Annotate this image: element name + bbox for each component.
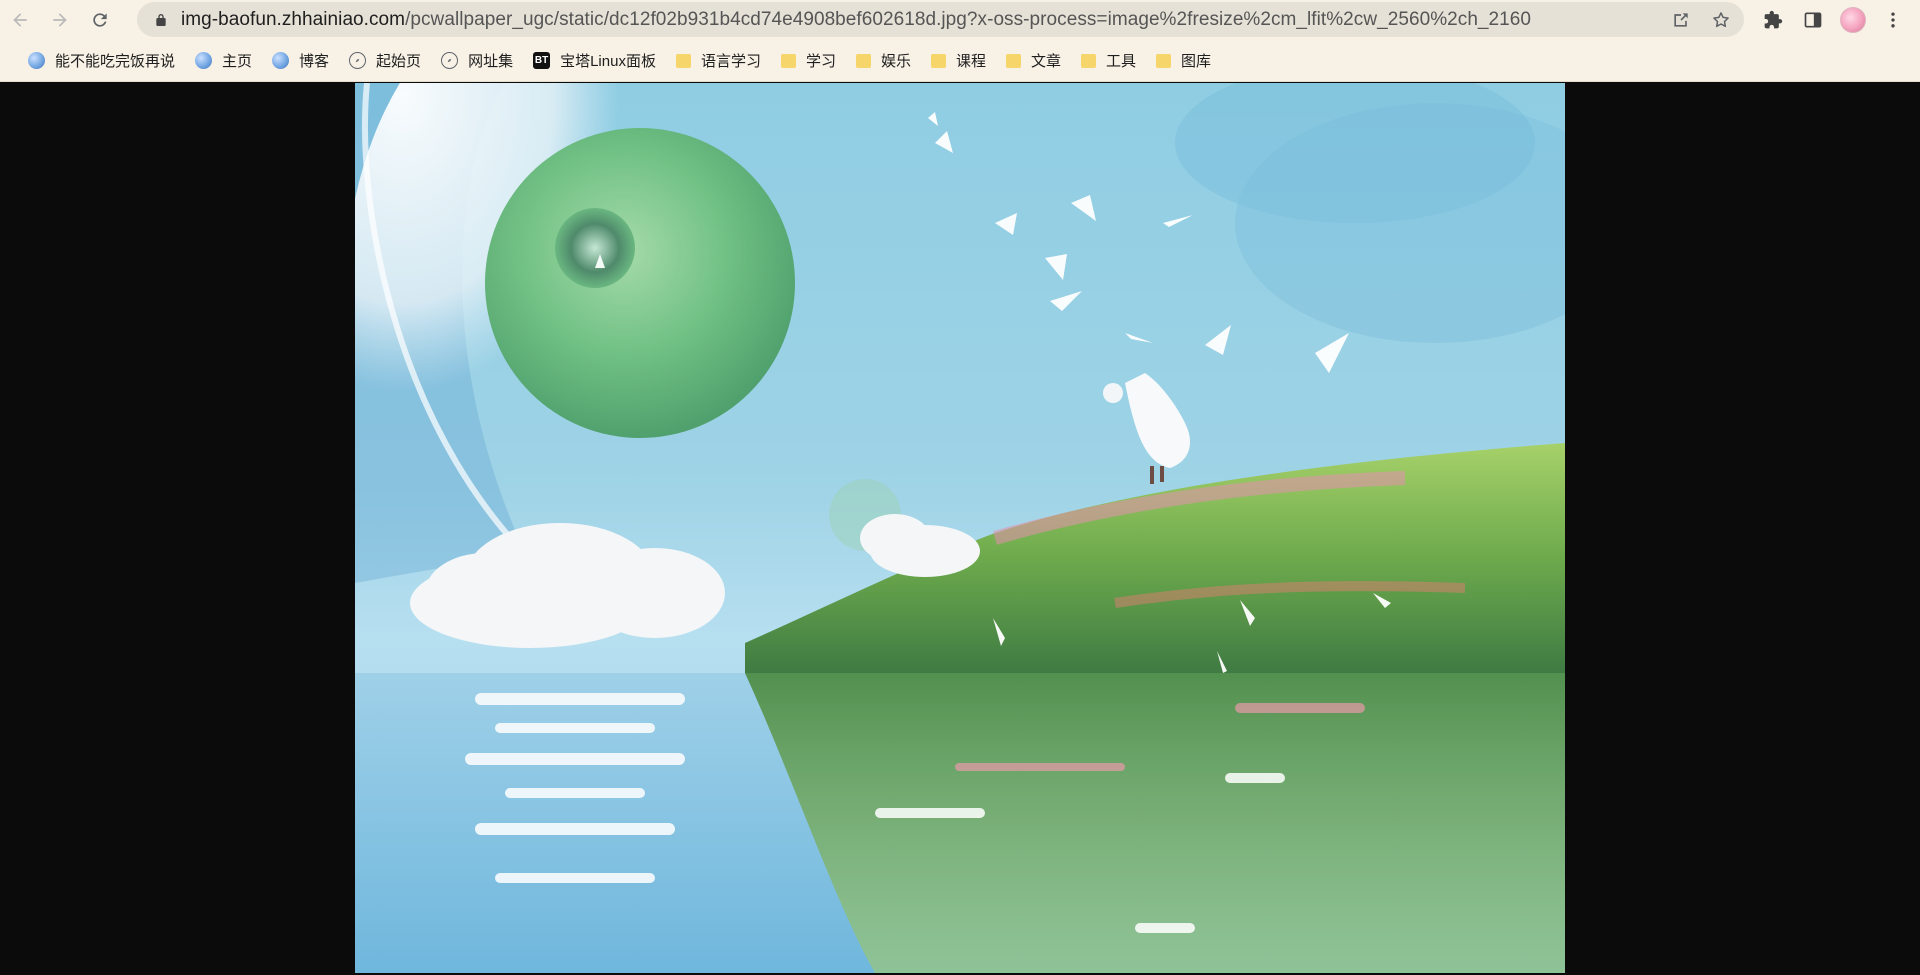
folder-icon xyxy=(1006,53,1022,68)
profile-button[interactable] xyxy=(1838,5,1868,35)
globe-icon xyxy=(195,52,213,69)
lock-icon[interactable] xyxy=(151,10,171,30)
bookmark-label: 文章 xyxy=(1031,53,1062,70)
bookmark-item[interactable]: 起始页 xyxy=(339,45,431,77)
bookmark-label: 学习 xyxy=(805,53,836,70)
folder-icon xyxy=(1156,53,1172,68)
back-button[interactable] xyxy=(0,0,40,40)
browser-toolbar: img-baofun.zhhainiao.com/pcwallpaper_ugc… xyxy=(0,0,1920,40)
bookmarks-bar: 能不能吃完饭再说 主页 博客 起始页 网址集 BT 宝塔Linux面板 语言学习 … xyxy=(0,40,1920,82)
bookmark-label: 宝塔Linux面板 xyxy=(560,53,656,70)
compass-icon xyxy=(441,52,459,69)
globe-icon xyxy=(28,52,45,69)
avatar xyxy=(1840,7,1866,33)
wallpaper-image[interactable] xyxy=(355,83,1565,973)
folder-icon xyxy=(1081,53,1097,68)
bookmark-label: 工具 xyxy=(1106,53,1137,70)
url-path: /pcwallpaper_ugc/static/dc12f02b931b4cd7… xyxy=(405,8,1532,30)
image-viewer xyxy=(0,83,1920,975)
bookmark-label: 课程 xyxy=(956,53,987,70)
bookmark-label: 能不能吃完饭再说 xyxy=(55,53,176,70)
more-vert-icon[interactable] xyxy=(1878,5,1908,35)
bookmark-item[interactable]: 能不能吃完饭再说 xyxy=(18,45,185,77)
bookmark-label: 主页 xyxy=(222,53,253,70)
star-icon[interactable] xyxy=(1708,7,1734,33)
bookmark-label: 图库 xyxy=(1181,53,1212,70)
bookmark-label: 网址集 xyxy=(468,53,514,70)
bookmark-folder[interactable]: 课程 xyxy=(921,45,996,77)
folder-icon xyxy=(855,53,871,68)
forward-button[interactable] xyxy=(40,0,80,40)
side-panel-icon[interactable] xyxy=(1798,5,1828,35)
bookmark-item[interactable]: 主页 xyxy=(185,45,262,77)
arrow-right-icon xyxy=(53,13,67,27)
bookmark-folder[interactable]: 工具 xyxy=(1071,45,1146,77)
bookmark-item[interactable]: BT 宝塔Linux面板 xyxy=(523,45,666,77)
globe-icon xyxy=(272,52,290,69)
bt-icon: BT xyxy=(533,52,551,69)
bookmark-label: 起始页 xyxy=(376,53,422,70)
folder-icon xyxy=(780,53,796,68)
folder-icon xyxy=(931,53,946,68)
bookmark-item[interactable]: 博客 xyxy=(262,45,339,77)
reload-icon xyxy=(93,13,107,27)
folder-icon xyxy=(675,53,691,68)
arrow-left-icon xyxy=(13,13,27,27)
bookmark-folder[interactable]: 文章 xyxy=(996,45,1071,77)
address-bar[interactable]: img-baofun.zhhainiao.com/pcwallpaper_ugc… xyxy=(137,2,1744,37)
bookmark-label: 语言学习 xyxy=(700,53,761,70)
compass-icon xyxy=(349,52,367,69)
share-icon[interactable] xyxy=(1668,7,1694,33)
bookmark-folder[interactable]: 图库 xyxy=(1146,45,1221,77)
puzzle-icon[interactable] xyxy=(1758,5,1788,35)
bookmark-folder[interactable]: 学习 xyxy=(771,45,846,77)
wallpaper-illustration xyxy=(355,83,1565,973)
url-text[interactable]: img-baofun.zhhainiao.com/pcwallpaper_ugc… xyxy=(181,9,1531,31)
url-host: img-baofun.zhhainiao.com xyxy=(181,8,406,30)
bookmark-label: 博客 xyxy=(299,53,330,70)
bookmark-item[interactable]: 网址集 xyxy=(431,45,523,77)
bookmark-folder[interactable]: 娱乐 xyxy=(846,45,921,77)
bookmark-folder[interactable]: 语言学习 xyxy=(666,45,771,77)
reload-button[interactable] xyxy=(80,0,120,40)
bookmark-label: 娱乐 xyxy=(880,53,911,70)
